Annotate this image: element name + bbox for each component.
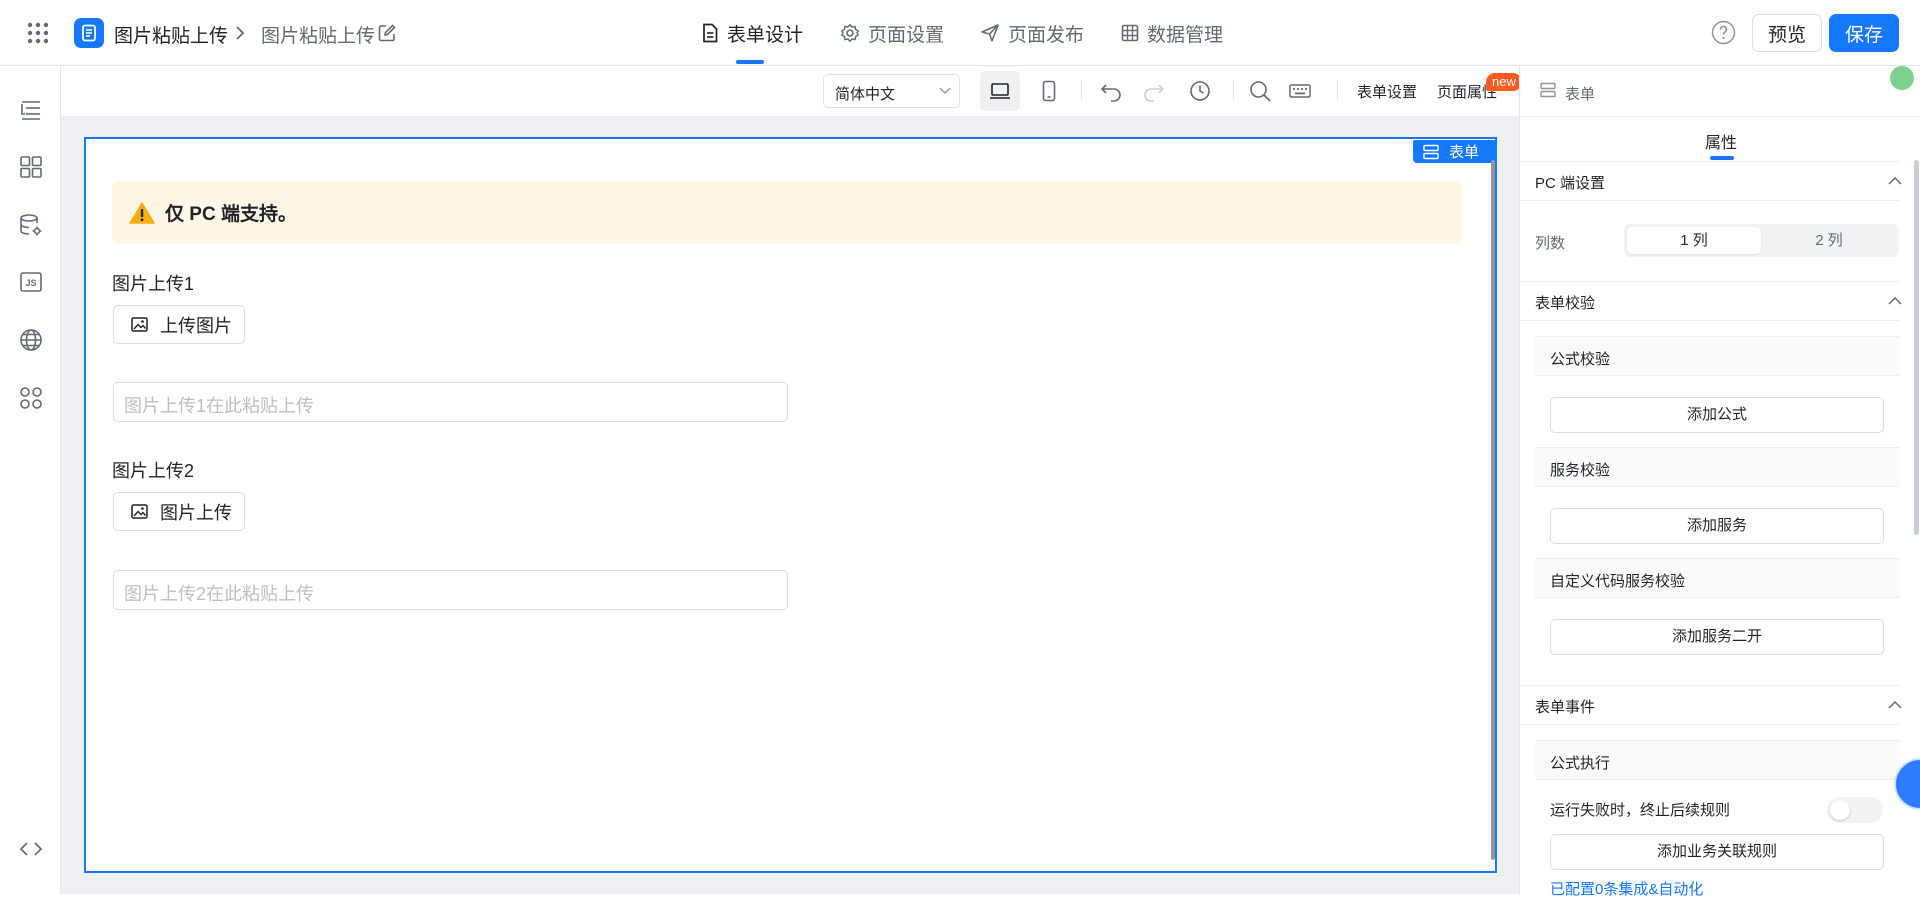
save-button[interactable]: 保存 — [1829, 14, 1899, 52]
tab-form-design[interactable]: 表单设计 — [701, 21, 804, 46]
configured-automation-link[interactable]: 已配置0条集成&自动化 — [1550, 878, 1703, 899]
field-label-upload1: 图片上传1 — [112, 274, 195, 294]
toolbar-divider — [1233, 80, 1234, 100]
image-icon — [131, 317, 148, 332]
tab-data-management[interactable]: 数据管理 — [1121, 21, 1224, 46]
breadcrumb-app[interactable]: 图片粘贴上传 — [114, 21, 228, 48]
chevron-up-icon[interactable] — [1888, 296, 1902, 306]
properties-tab-indicator — [1710, 156, 1734, 160]
history-icon[interactable] — [1189, 80, 1211, 102]
gear-icon — [840, 23, 860, 43]
components-icon[interactable] — [19, 155, 43, 179]
form-tag[interactable]: 表单 — [1413, 140, 1497, 163]
tab-properties[interactable]: 属性 — [1705, 129, 1737, 153]
datasource-icon[interactable] — [19, 213, 43, 237]
warning-icon — [129, 201, 155, 224]
active-tab-indicator — [736, 60, 764, 64]
warning-alert: 仅 PC 端支持。 — [112, 181, 1462, 244]
table-icon — [1121, 24, 1139, 42]
outline-icon[interactable] — [19, 98, 43, 122]
top-bar: 图片粘贴上传 图片粘贴上传 表单设计 页面设置 页面发布 数据管理 预览 保存 — [0, 0, 1920, 66]
form-canvas[interactable] — [84, 137, 1497, 873]
help-icon[interactable] — [1711, 20, 1736, 45]
search-icon[interactable] — [1249, 80, 1271, 102]
preview-button[interactable]: 预览 — [1752, 14, 1822, 52]
form-settings-link[interactable]: 表单设置 — [1357, 81, 1417, 102]
add-formula-button[interactable]: 添加公式 — [1550, 397, 1884, 433]
new-badge: new — [1486, 73, 1522, 91]
section-title: 表单事件 — [1535, 699, 1596, 716]
tab-page-publish[interactable]: 页面发布 — [980, 21, 1085, 46]
toolbar-divider — [1337, 80, 1338, 100]
send-icon — [981, 24, 999, 42]
section-pc-settings[interactable]: PC 端设置 — [1520, 161, 1902, 201]
left-sidebar: JS — [0, 66, 61, 894]
section-title: PC 端设置 — [1535, 175, 1606, 192]
breadcrumb-page[interactable]: 图片粘贴上传 — [261, 21, 375, 48]
column-option-1[interactable]: 1 列 — [1627, 227, 1761, 254]
form-tag-label: 表单 — [1449, 144, 1480, 161]
upload-image-button-1[interactable]: 上传图片 — [113, 305, 245, 344]
file-icon — [703, 23, 718, 43]
canvas-scrollbar[interactable] — [1491, 160, 1495, 860]
toolbar-divider — [1081, 80, 1082, 100]
globe-icon[interactable] — [19, 328, 43, 352]
tab-label: 数据管理 — [1147, 24, 1224, 46]
add-service-extension-button[interactable]: 添加服务二开 — [1550, 619, 1884, 655]
edit-icon[interactable] — [377, 23, 397, 43]
code-icon[interactable] — [19, 837, 43, 861]
panel-breadcrumb: 表单 — [1520, 66, 1920, 117]
add-business-rule-button[interactable]: 添加业务关联规则 — [1550, 834, 1884, 870]
section-title: 表单校验 — [1535, 295, 1596, 312]
columns-label: 列数 — [1535, 235, 1566, 252]
redo-icon[interactable] — [1143, 80, 1165, 102]
tab-page-settings[interactable]: 页面设置 — [840, 21, 945, 46]
app-logo — [74, 18, 104, 48]
chevron-up-icon[interactable] — [1888, 176, 1902, 186]
alert-text: 仅 PC 端支持。 — [165, 204, 297, 225]
undo-icon[interactable] — [1100, 80, 1122, 102]
upload-button-label: 图片上传 — [160, 502, 232, 523]
toggle-knob — [1830, 800, 1850, 820]
chevron-right-icon — [236, 26, 245, 40]
paste-input-1[interactable]: 图片上传1在此粘贴上传 — [113, 382, 788, 422]
add-service-button[interactable]: 添加服务 — [1550, 508, 1884, 544]
tab-label: 页面发布 — [1008, 24, 1085, 46]
svg-text:JS: JS — [25, 278, 36, 288]
upload-button-label: 上传图片 — [160, 315, 232, 336]
js-icon[interactable]: JS — [19, 270, 43, 294]
mobile-icon[interactable] — [1038, 80, 1060, 102]
formula-exec-header: 公式执行 — [1535, 740, 1900, 780]
apps-grid-icon[interactable] — [27, 22, 49, 44]
upload-image-button-2[interactable]: 图片上传 — [113, 492, 245, 531]
columns-segmented-control: 1 列 2 列 — [1624, 224, 1899, 257]
form-layout-icon — [1540, 82, 1556, 98]
section-form-validation[interactable]: 表单校验 — [1520, 281, 1902, 321]
form-layout-icon — [1423, 144, 1439, 159]
custom-code-validation-header: 自定义代码服务校验 — [1535, 558, 1900, 598]
tab-label: 页面设置 — [868, 24, 945, 46]
panel-breadcrumb-label: 表单 — [1565, 86, 1596, 103]
column-option-2[interactable]: 2 列 — [1762, 227, 1896, 254]
image-icon — [131, 504, 148, 519]
status-indicator — [1890, 66, 1914, 90]
fail-stop-label: 运行失败时，终止后续规则 — [1550, 802, 1731, 819]
panel-scrollbar[interactable] — [1914, 160, 1919, 535]
service-validation-header: 服务校验 — [1535, 447, 1900, 487]
tab-label: 表单设计 — [727, 24, 804, 46]
formula-validation-header: 公式校验 — [1535, 336, 1900, 376]
field-label-upload2: 图片上传2 — [112, 461, 195, 481]
plugins-icon[interactable] — [19, 386, 43, 410]
chevron-up-icon[interactable] — [1888, 700, 1902, 710]
paste-input-2[interactable]: 图片上传2在此粘贴上传 — [113, 570, 788, 610]
section-form-events[interactable]: 表单事件 — [1520, 685, 1902, 725]
fail-stop-toggle[interactable] — [1827, 797, 1883, 823]
chevron-down-icon — [939, 87, 951, 94]
keyboard-icon[interactable] — [1289, 80, 1311, 102]
desktop-icon[interactable] — [989, 80, 1011, 102]
